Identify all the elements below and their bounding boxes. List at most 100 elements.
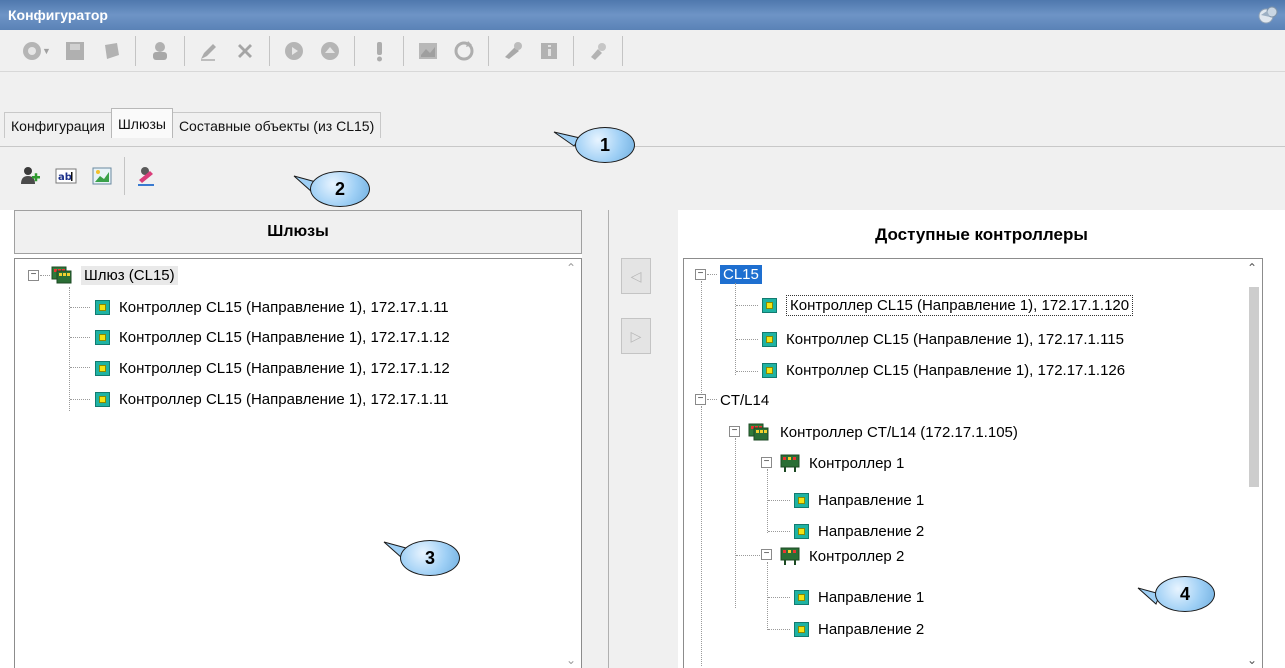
delete-button[interactable]: [227, 33, 263, 69]
collapse-toggle[interactable]: −: [761, 457, 772, 468]
tree-node-direction[interactable]: Направление 2: [794, 519, 924, 543]
tree-line: [707, 274, 717, 275]
controller-label: Контроллер CL15 (Направление 1), 172.17.…: [119, 359, 450, 377]
scroll-up-icon[interactable]: ⌃: [1247, 261, 1257, 275]
direction-icon: [794, 492, 809, 508]
tree-line: [736, 339, 758, 340]
settings-icon: [590, 42, 606, 60]
tree-node-direction[interactable]: Направление 2: [794, 617, 924, 641]
key-icon: [504, 41, 522, 59]
tree-node-subcontroller[interactable]: Контроллер 1: [779, 451, 904, 475]
tree-node-controller-ctl14[interactable]: Контроллер CT/L14 (172.17.1.105): [748, 420, 1018, 444]
tree-node-controller[interactable]: Контроллер CL15 (Направление 1), 172.17.…: [762, 358, 1125, 382]
collapse-toggle[interactable]: −: [761, 549, 772, 560]
save-icon: [65, 41, 84, 60]
tree-line: [736, 371, 758, 372]
controller-label: Контроллер CL15 (Направление 1), 172.17.…: [786, 330, 1124, 348]
tree-node-group-ctl14[interactable]: CT/L14: [720, 388, 769, 412]
tree-node-controller[interactable]: Контроллер CL15 (Направление 1), 172.17.…: [95, 387, 449, 411]
callout-4: 4: [1155, 576, 1215, 612]
tab-composite-objects[interactable]: Составные объекты (из CL15): [171, 112, 382, 138]
toolbar-separator: [183, 35, 185, 66]
info-icon: [540, 42, 557, 59]
callout-number: 4: [1179, 583, 1190, 604]
play-icon: [284, 41, 303, 60]
tree-node-subcontroller[interactable]: Контроллер 2: [779, 544, 904, 568]
tree-node-gateway[interactable]: Шлюз (CL15): [51, 263, 178, 287]
dropdown-arrow-icon[interactable]: ▼: [42, 46, 51, 56]
rename-icon: ab: [55, 168, 77, 184]
direction-icon: [794, 523, 809, 539]
settings-button[interactable]: [580, 33, 616, 69]
toolbar-separator: [353, 35, 355, 66]
direction-label: Направление 1: [818, 588, 925, 606]
collapse-toggle[interactable]: −: [695, 269, 706, 280]
info-button[interactable]: [531, 33, 567, 69]
controller-label: Контроллер CT/L14 (172.17.1.105): [780, 423, 1018, 441]
tree-node-controller[interactable]: Контроллер CL15 (Направление 1), 172.17.…: [95, 325, 450, 349]
move-left-button[interactable]: ◁: [621, 258, 651, 294]
scroll-down-icon[interactable]: ⌄: [566, 653, 576, 667]
direction-label: Направление 2: [818, 620, 925, 638]
tab-configuration[interactable]: Конфигурация: [4, 112, 112, 138]
splitter[interactable]: [582, 210, 608, 668]
controller-label: Контроллер CL15 (Направление 1), 172.17.…: [119, 328, 450, 346]
controller-board-icon: [748, 423, 769, 441]
rename-button[interactable]: ab: [48, 159, 84, 193]
add-user-button[interactable]: [142, 33, 178, 69]
key-button[interactable]: [495, 33, 531, 69]
collapse-toggle[interactable]: −: [695, 394, 706, 405]
tree-line: [70, 399, 90, 400]
vertical-scrollbar[interactable]: ⌃ ⌄: [1245, 259, 1262, 668]
controller-icon: [95, 329, 110, 345]
tree-node-direction[interactable]: Направление 1: [794, 585, 924, 609]
subcontroller-icon: [780, 547, 800, 565]
tree-node-controller[interactable]: Контроллер CL15 (Направление 1), 172.17.…: [762, 293, 1134, 317]
tree-node-direction[interactable]: Направление 1: [794, 488, 924, 512]
collapse-toggle[interactable]: −: [729, 426, 740, 437]
tree-line: [701, 281, 702, 399]
map-icon: [418, 42, 437, 59]
tree-line: [40, 275, 50, 276]
map-button[interactable]: [410, 33, 446, 69]
save-button[interactable]: [57, 33, 93, 69]
gateways-tree[interactable]: − Шлюз (CL15) Контроллер CL15 (Направлен…: [14, 258, 582, 668]
scroll-down-icon[interactable]: ⌄: [1247, 653, 1257, 667]
add-gateway-button[interactable]: [12, 159, 48, 193]
connect-button[interactable]: [93, 33, 129, 69]
edit-icon: [138, 167, 154, 186]
edit-gateway-button[interactable]: [129, 159, 165, 193]
tree-node-controller[interactable]: Контроллер CL15 (Направление 1), 172.17.…: [95, 356, 450, 380]
tree-line: [735, 438, 736, 608]
scroll-thumb[interactable]: [1249, 287, 1259, 487]
tree-node-controller[interactable]: Контроллер CL15 (Направление 1), 172.17.…: [95, 295, 449, 319]
move-right-button[interactable]: ▷: [621, 318, 651, 354]
tree-line: [768, 500, 790, 501]
tab-label: Конфигурация: [11, 117, 105, 134]
edit-button[interactable]: [191, 33, 227, 69]
controller-icon: [762, 331, 777, 347]
gateway-label: Шлюз (CL15): [81, 265, 178, 285]
tree-line: [70, 307, 90, 308]
properties-button[interactable]: [84, 159, 120, 193]
play-button[interactable]: [276, 33, 312, 69]
controller-label: Контроллер CL15 (Направление 1), 172.17.…: [786, 294, 1134, 316]
collapse-toggle[interactable]: −: [28, 270, 39, 281]
toolbar-separator: [621, 35, 623, 66]
controller-icon: [95, 360, 110, 376]
tab-gateways[interactable]: Шлюзы: [110, 108, 173, 138]
tree-node-group-cl15[interactable]: CL15: [720, 262, 762, 286]
refresh-button[interactable]: [446, 33, 482, 69]
toolbar-separator: [134, 35, 136, 66]
controller-label: Контроллер CL15 (Направление 1), 172.17.…: [786, 361, 1126, 379]
alert-button[interactable]: [361, 33, 397, 69]
scroll-up-icon[interactable]: ⌃: [566, 261, 576, 275]
callout-2: 2: [310, 171, 370, 207]
eject-button[interactable]: [312, 33, 348, 69]
tree-line: [735, 283, 736, 375]
add-gateway-icon: [21, 167, 40, 184]
tree-line: [768, 531, 790, 532]
vertical-scrollbar[interactable]: ⌃ ⌄: [564, 259, 581, 668]
controller-icon: [762, 362, 777, 378]
tree-node-controller[interactable]: Контроллер CL15 (Направление 1), 172.17.…: [762, 327, 1124, 351]
